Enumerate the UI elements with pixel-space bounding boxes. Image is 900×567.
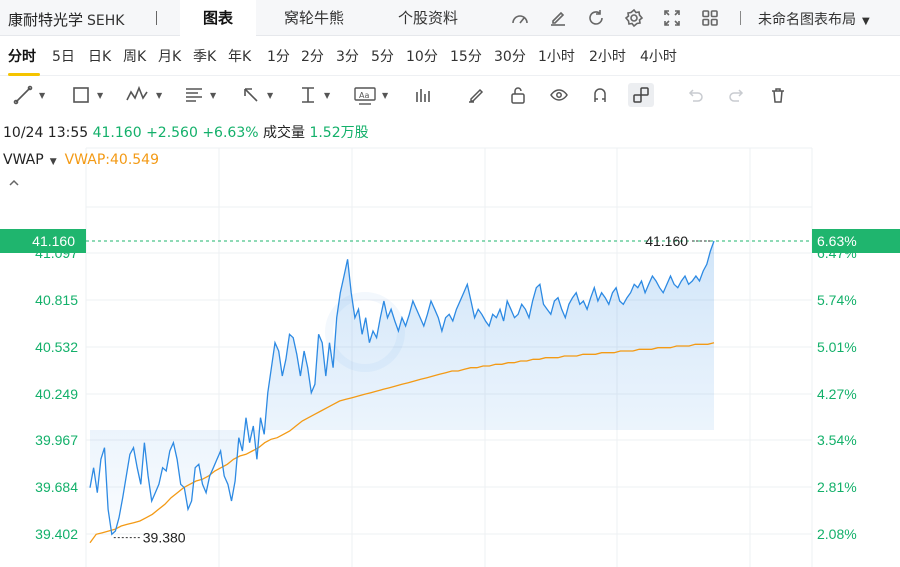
indicator-name: VWAP <box>3 152 44 168</box>
y-tick-label-right: 3.54% <box>817 432 857 448</box>
intraday-chart[interactable]: 41.09740.81540.53240.24939.96739.68439.4… <box>0 0 900 567</box>
quote-datetime: 10/24 13:55 <box>3 125 89 141</box>
quote-change-pct: +6.63% <box>202 125 259 141</box>
quote-change: +2.560 <box>146 125 198 141</box>
quote-line: 10/24 13:55 41.160 +2.560 +6.63% 成交量 1.5… <box>3 122 369 142</box>
y-tick-label-left: 40.815 <box>35 292 78 308</box>
y-tick-label-left: 39.967 <box>35 432 78 448</box>
y-tick-label-left: 40.532 <box>35 339 78 355</box>
y-tick-label-left: 39.402 <box>35 526 78 542</box>
indicator-legend[interactable]: VWAP ▼ VWAP:40.549 <box>3 152 159 168</box>
quote-price: 41.160 <box>92 125 142 141</box>
low-price-label: 39.380 <box>143 530 186 546</box>
y-tick-label-left: 40.249 <box>35 386 78 402</box>
y-tick-label-right: 5.74% <box>817 292 857 308</box>
high-price-label: 41.160 <box>645 233 688 249</box>
current-price-tag: 41.160 <box>32 233 75 249</box>
y-tick-label-left: 39.684 <box>35 479 78 495</box>
price-area <box>90 241 714 535</box>
y-axis-left: 41.09740.81540.53240.24939.96739.68439.4… <box>35 245 78 542</box>
quote-volume: 1.52万股 <box>309 125 369 141</box>
y-tick-label-right: 4.27% <box>817 386 857 402</box>
collapse-icon[interactable] <box>8 176 20 192</box>
y-axis-right: 6.47%5.74%5.01%4.27%3.54%2.81%2.08% <box>817 245 857 542</box>
volume-label: 成交量 <box>263 125 305 141</box>
current-pct-tag: 6.63% <box>817 233 857 249</box>
chevron-down-icon[interactable]: ▼ <box>50 157 57 167</box>
y-tick-label-right: 2.81% <box>817 479 857 495</box>
y-tick-label-right: 5.01% <box>817 339 857 355</box>
y-tick-label-right: 2.08% <box>817 526 857 542</box>
indicator-value: VWAP:40.549 <box>64 152 159 168</box>
